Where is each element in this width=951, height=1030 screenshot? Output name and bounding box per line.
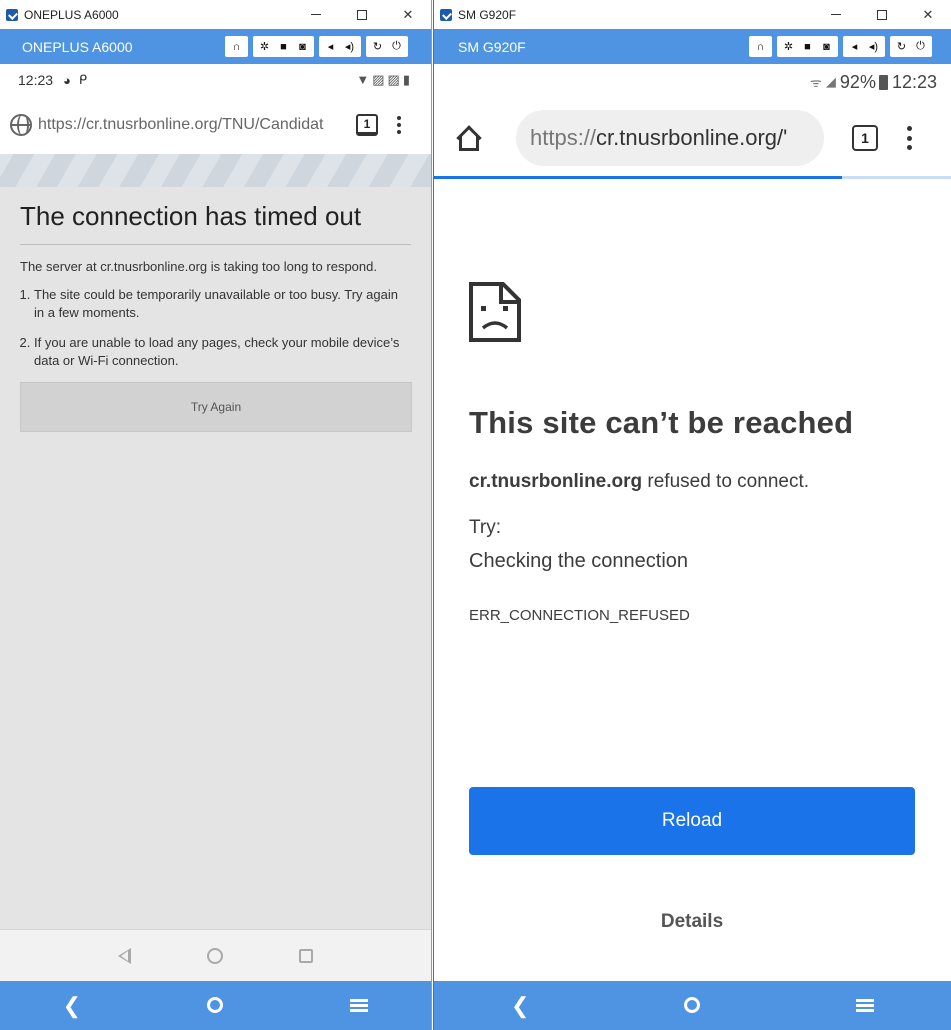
app-icon [440,8,452,21]
rotate-icon[interactable]: ↻ [892,38,911,55]
signal-icon: ◢ [825,74,836,89]
window-titlebar: SM G920F ✕ [434,0,951,29]
battery-icon [878,74,888,90]
url-host: cr.tnusrbonline.org/' [596,125,788,150]
device-toolbar: SM G920F ∩ ✲ ■ ◙ ◂ ◂) ↻ ⏻ [434,29,951,64]
headphone-icon[interactable]: ∩ [227,38,246,55]
details-button[interactable]: Details [469,911,915,933]
home-icon[interactable] [207,947,223,964]
window-title: ONEPLUS A6000 [24,7,119,22]
error-title: This site can’t be reached [469,405,854,440]
status-time: 12:23 [891,71,937,92]
device-toolbar: ONEPLUS A6000 ∩ ✲ ■ ◙ ◂ ◂) ↻ ⏻ [0,29,431,64]
sad-page-icon [469,282,521,342]
menu-icon[interactable] [835,993,895,1019]
error-suggestions: The site could be temporarily unavailabl… [20,286,411,370]
status-bar: 12:23 ◕ ᑭ ▼▨▨▮ [0,64,431,96]
error-title: The connection has timed out [20,201,411,245]
window-title: SM G920F [458,7,517,22]
more-options-icon[interactable] [906,126,912,150]
device-name: ONEPLUS A6000 [22,38,133,55]
device-nav-bar: ❮ [434,981,951,1030]
minimize-button[interactable] [293,0,339,29]
home-icon[interactable] [456,125,482,151]
camera-icon[interactable]: ◙ [817,38,836,55]
error-code: ERR_CONNECTION_REFUSED [469,607,690,624]
list-item: The site could be temporarily unavailabl… [34,286,411,322]
android-nav-bar [0,929,431,981]
back-icon[interactable] [118,947,131,964]
minimize-button[interactable] [813,0,859,29]
address-bar: https://cr.tnusrbonline.org/TNU/Candidat… [0,96,431,154]
error-page: The connection has timed out The server … [0,154,431,981]
back-icon[interactable]: ❮ [42,993,102,1019]
minimize-icon [831,14,841,15]
more-options-icon[interactable] [396,116,402,134]
video-icon[interactable]: ■ [798,38,817,55]
error-page: This site can’t be reached cr.tnusrbonli… [434,179,951,981]
maximize-button[interactable] [859,0,905,29]
try-label: Try: [469,517,502,538]
status-bar: ᯤ ◢ 92% 12:23 [434,64,951,100]
suggestion-text: Checking the connection [469,550,689,572]
maximize-icon [357,9,367,20]
volume-down-icon[interactable]: ◂ [845,38,864,55]
volume-down-icon[interactable]: ◂ [321,38,340,55]
headphone-icon[interactable]: ∩ [751,38,770,55]
tab-count-button[interactable]: 1 [852,125,878,151]
rotate-icon[interactable]: ↻ [368,38,387,55]
power-icon[interactable]: ⏻ [911,38,930,55]
settings-icon[interactable]: ✲ [779,38,798,55]
error-description: cr.tnusrbonline.org refused to connect. [469,471,809,493]
signal-icons: ▼▨▨▮ [356,72,413,87]
settings-icon[interactable]: ✲ [255,38,274,55]
wifi-icon: ᯤ [810,75,822,90]
app-icon [6,8,18,21]
maximize-icon [877,9,887,20]
volume-up-icon[interactable]: ◂) [340,38,359,55]
list-item: If you are unable to load any pages, che… [34,334,411,370]
p-icon: ᑭ [78,72,88,87]
home-icon[interactable] [185,993,245,1019]
error-refused-text: refused to connect. [642,471,810,492]
volume-up-icon[interactable]: ◂) [864,38,883,55]
samsung-window: SM G920F ✕ SM G920F ∩ ✲ ■ ◙ ◂ ◂) ↻ ⏻ ᯤ ◢… [433,0,951,1030]
error-stripes [0,154,431,187]
recents-icon[interactable] [299,948,313,963]
device-nav-bar: ❮ [0,981,431,1030]
error-host: cr.tnusrbonline.org [469,471,643,492]
url-input[interactable]: https://cr.tnusrbonline.org/' [516,110,824,166]
status-time: 12:23 [18,72,54,88]
oneplus-window: ONEPLUS A6000 ✕ ONEPLUS A6000 ∩ ✲ ■ ◙ ◂ … [0,0,432,1030]
url-scheme: https:// [530,125,597,150]
power-icon[interactable]: ⏻ [387,38,406,55]
close-button[interactable]: ✕ [905,0,951,29]
minimize-icon [311,14,321,15]
device-name: SM G920F [458,38,526,55]
maximize-button[interactable] [339,0,385,29]
battery-level: 92% [839,71,876,92]
address-bar: https://cr.tnusrbonline.org/' 1 [434,100,951,176]
url-input[interactable]: https://cr.tnusrbonline.org/TNU/Candidat [38,116,344,134]
menu-icon[interactable] [329,993,389,1019]
reload-button[interactable]: Reload [469,787,915,855]
home-icon[interactable] [662,993,722,1019]
error-description: The server at cr.tnusrbonline.org is tak… [20,259,377,274]
sync-icon: ◕ [63,72,71,88]
try-again-button[interactable]: Try Again [20,382,412,432]
video-icon[interactable]: ■ [274,38,293,55]
camera-icon[interactable]: ◙ [293,38,312,55]
globe-icon [10,114,32,136]
window-titlebar: ONEPLUS A6000 ✕ [0,0,431,29]
close-button[interactable]: ✕ [385,0,431,29]
tab-count-button[interactable]: 1 [356,114,378,136]
back-icon[interactable]: ❮ [490,993,550,1019]
